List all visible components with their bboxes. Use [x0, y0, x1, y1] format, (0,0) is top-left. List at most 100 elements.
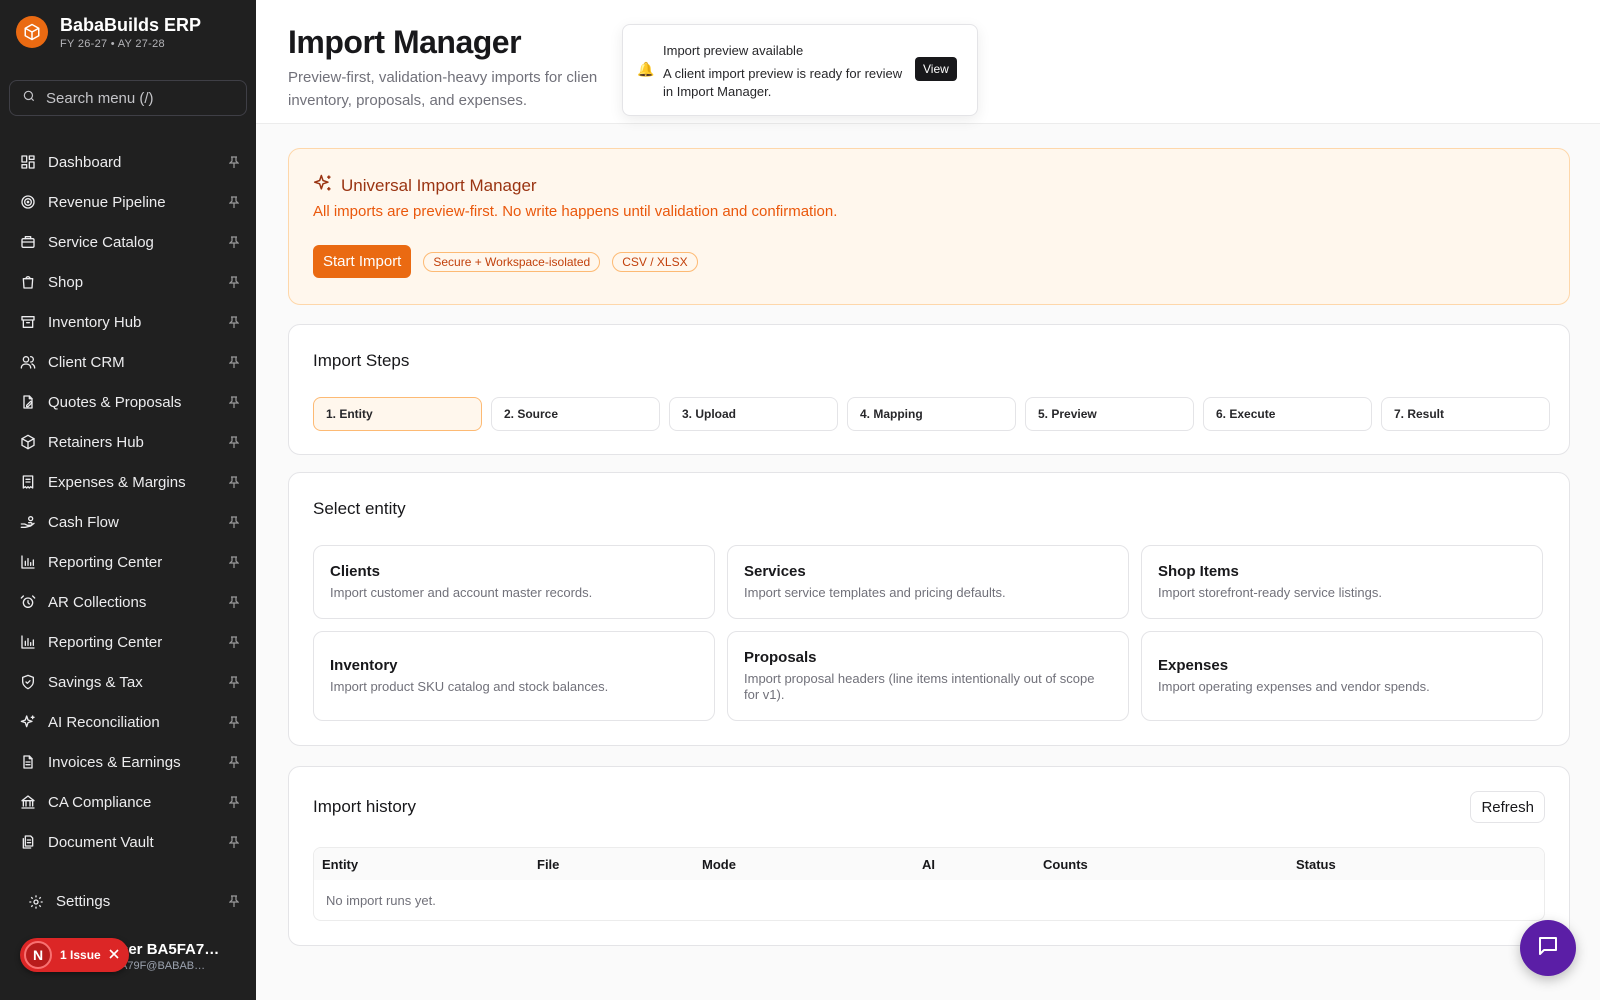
grid-icon	[20, 154, 36, 170]
sidebar-item-label: Shop	[48, 273, 84, 291]
close-icon[interactable]	[109, 948, 119, 962]
sidebar-item-savings-tax[interactable]: Savings & Tax	[0, 662, 256, 702]
import-history-card: Import history Refresh Entity File Mode AI C…	[288, 766, 1570, 946]
shopping-bag-icon	[20, 274, 36, 290]
format-chip: CSV / XLSX	[612, 251, 698, 272]
bar-chart-icon	[20, 554, 36, 570]
entity-title: Select entity	[313, 499, 406, 518]
entity-option-clients[interactable]: Clients Import customer and account maste…	[313, 545, 715, 619]
entity-option-proposals[interactable]: Proposals Import proposal headers (line i…	[727, 631, 1129, 721]
hero-title: Universal Import Manager	[341, 175, 537, 195]
sidebar-item-ai-reconciliation[interactable]: AI Reconciliation	[0, 702, 256, 742]
sidebar-item-service-catalog[interactable]: Service Catalog	[0, 222, 256, 262]
file-stack-icon	[20, 834, 36, 850]
step-mapping[interactable]: 4. Mapping	[847, 397, 1016, 431]
sidebar-item-shop[interactable]: Shop	[0, 262, 256, 302]
sidebar-item-inventory-hub[interactable]: Inventory Hub	[0, 302, 256, 342]
pin-icon[interactable]	[228, 755, 240, 769]
history-table: Entity File Mode AI Counts Status No import r…	[313, 847, 1545, 921]
pin-icon[interactable]	[228, 635, 240, 649]
sidebar-item-invoices-earnings[interactable]: Invoices & Earnings	[0, 742, 256, 782]
pin-icon[interactable]	[228, 355, 240, 369]
users-icon	[20, 354, 36, 370]
shield-icon	[20, 674, 36, 690]
step-entity[interactable]: 1. Entity	[313, 397, 482, 431]
sidebar-item-document-vault[interactable]: Document Vault	[0, 822, 256, 862]
sidebar-item-label: Retainers Hub	[48, 433, 144, 451]
step-execute[interactable]: 6. Execute	[1203, 397, 1372, 431]
pin-icon[interactable]	[228, 395, 240, 409]
sidebar-item-quotes-proposals[interactable]: Quotes & Proposals	[0, 382, 256, 422]
sidebar-item-ca-compliance[interactable]: CA Compliance	[0, 782, 256, 822]
sidebar-item-retainers-hub[interactable]: Retainers Hub	[0, 422, 256, 462]
issue-badge[interactable]: N 1 Issue	[20, 938, 129, 972]
sidebar-item-label: Document Vault	[48, 833, 154, 851]
sidebar-item-settings[interactable]: Settings	[28, 893, 240, 910]
sidebar-item-revenue-pipeline[interactable]: Revenue Pipeline	[0, 182, 256, 222]
entity-option-description: Import service templates and pricing def…	[744, 585, 1006, 600]
chat-button[interactable]	[1520, 920, 1576, 976]
start-import-button[interactable]: Start Import	[313, 245, 412, 278]
sidebar-item-label: Reporting Center	[48, 553, 163, 571]
step-preview[interactable]: 5. Preview	[1025, 397, 1194, 431]
column-header-status: Status	[1296, 857, 1336, 872]
entity-option-title: Services	[744, 563, 806, 580]
history-title: Import history	[313, 797, 416, 816]
sidebar-item-reporting-center[interactable]: Reporting Center	[0, 622, 256, 662]
pin-icon[interactable]	[228, 275, 240, 289]
step-upload[interactable]: 3. Upload	[669, 397, 838, 431]
sidebar-item-expenses-margins[interactable]: Expenses & Margins	[0, 462, 256, 502]
entity-option-shop-items[interactable]: Shop Items Import storefront-ready servic…	[1141, 545, 1543, 619]
entity-option-services[interactable]: Services Import service templates and pri…	[727, 545, 1129, 619]
main-content: Import Manager Preview-first, validation…	[256, 0, 1600, 1000]
toast-view-button[interactable]: View	[915, 57, 957, 81]
chat-icon	[1536, 934, 1560, 963]
step-result[interactable]: 7. Result	[1381, 397, 1550, 431]
user-profile[interactable]: ser BA5FA7… A79F@BABAB… N 1 Issue	[20, 938, 236, 974]
column-header-ai: AI	[922, 857, 935, 872]
sidebar-item-label: Reporting Center	[48, 633, 163, 651]
pin-icon[interactable]	[228, 835, 240, 849]
pin-icon[interactable]	[228, 155, 240, 169]
step-source[interactable]: 2. Source	[491, 397, 660, 431]
user-name: ser BA5FA7…	[120, 941, 220, 958]
search-box[interactable]	[9, 80, 247, 116]
issue-avatar: N	[24, 941, 52, 969]
entity-option-expenses[interactable]: Expenses Import operating expenses and ve…	[1141, 631, 1543, 721]
pin-icon[interactable]	[228, 195, 240, 209]
sidebar-item-label: Invoices & Earnings	[48, 753, 181, 771]
hero-title-row: Universal Import Manager	[313, 173, 537, 198]
sidebar-item-ar-collections[interactable]: AR Collections	[0, 582, 256, 622]
sidebar-item-label: Inventory Hub	[48, 313, 142, 331]
search-input[interactable]	[46, 89, 236, 107]
entity-option-title: Inventory	[330, 657, 398, 674]
pin-icon[interactable]	[228, 795, 240, 809]
sidebar-item-client-crm[interactable]: Client CRM	[0, 342, 256, 382]
sidebar-item-cash-flow[interactable]: Cash Flow	[0, 502, 256, 542]
pin-icon[interactable]	[228, 315, 240, 329]
pin-icon[interactable]	[228, 595, 240, 609]
briefcase-icon	[20, 234, 36, 250]
pin-icon[interactable]	[228, 895, 240, 909]
sidebar-item-reporting-center[interactable]: Reporting Center	[0, 542, 256, 582]
file-edit-icon	[20, 394, 36, 410]
entity-option-description: Import proposal headers (line items inte…	[744, 671, 1095, 702]
pin-icon[interactable]	[228, 555, 240, 569]
file-text-icon	[20, 754, 36, 770]
pin-icon[interactable]	[228, 715, 240, 729]
sidebar-item-label: Revenue Pipeline	[48, 193, 166, 211]
box-icon	[20, 434, 36, 450]
pin-icon[interactable]	[228, 475, 240, 489]
entity-option-title: Expenses	[1158, 657, 1229, 674]
pin-icon[interactable]	[228, 515, 240, 529]
entity-option-inventory[interactable]: Inventory Import product SKU catalog and …	[313, 631, 715, 721]
pin-icon[interactable]	[228, 435, 240, 449]
pin-icon[interactable]	[228, 675, 240, 689]
sidebar-nav: Dashboard Revenue Pipeline Service Catalog…	[0, 142, 256, 862]
sidebar-item-dashboard[interactable]: Dashboard	[0, 142, 256, 182]
receipt-icon	[20, 474, 36, 490]
select-entity-card: Select entity Clients Import customer and…	[288, 472, 1570, 746]
brand[interactable]: BabaBuilds ERP FY 26-27 • AY 27-28	[16, 14, 201, 50]
pin-icon[interactable]	[228, 235, 240, 249]
refresh-button[interactable]: Refresh	[1470, 791, 1545, 823]
